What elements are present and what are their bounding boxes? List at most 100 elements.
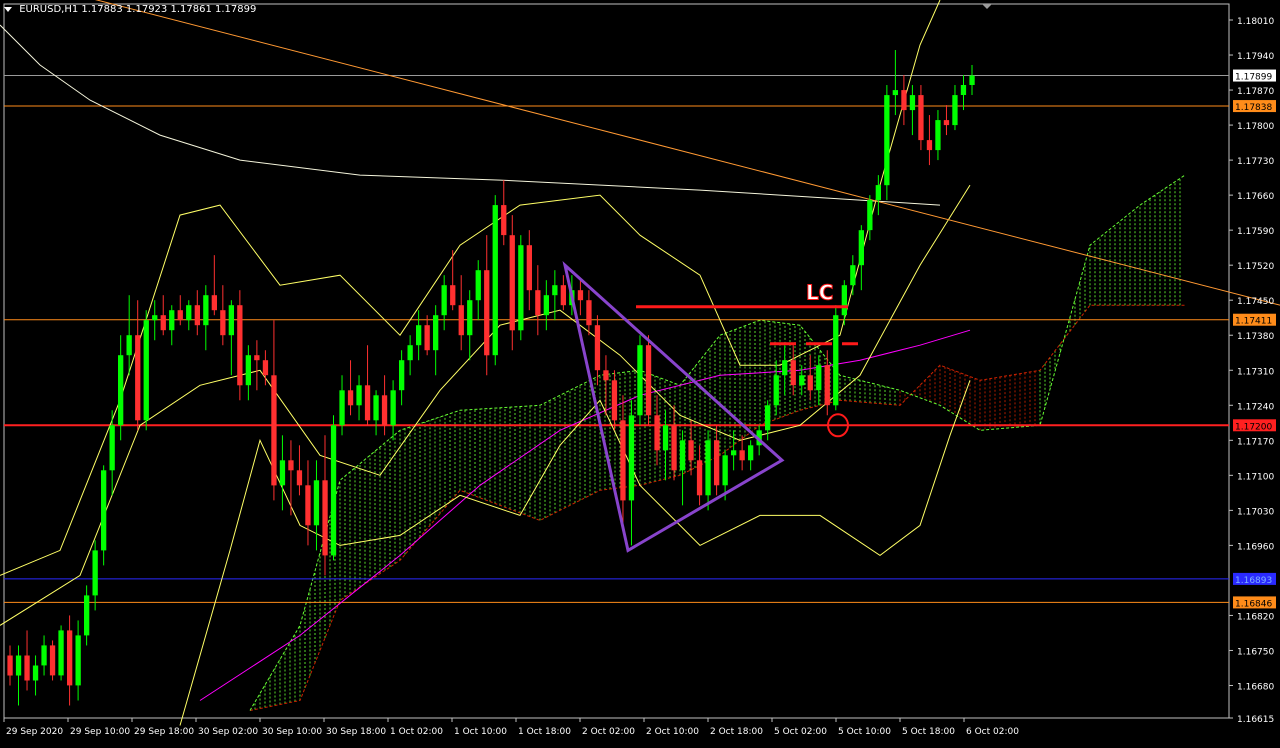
candle-body: [211, 295, 217, 311]
candle-body: [152, 315, 158, 321]
candle-body: [526, 245, 532, 291]
candle-body: [58, 630, 64, 676]
candle-body: [143, 320, 149, 421]
chart-shift-marker[interactable]: [982, 4, 992, 9]
price-tag-text: 1.17838: [1235, 103, 1272, 113]
candle-body: [220, 310, 226, 336]
y-tick-label: 1.16680: [1237, 682, 1274, 692]
candle-body: [696, 460, 703, 496]
chart-menu-triangle-icon[interactable]: [4, 6, 12, 12]
ohlc-readout: 1.17883 1.17923 1.17861 1.17899: [81, 4, 257, 15]
candle-body: [416, 325, 422, 346]
candle-body: [24, 655, 30, 681]
y-tick-label: 1.17660: [1237, 192, 1274, 202]
candle-body: [109, 425, 115, 471]
candle-body: [952, 95, 958, 126]
candle-body: [373, 395, 379, 421]
candle-body: [671, 425, 677, 471]
x-tick-label: 30 Sep 18:00: [326, 727, 386, 737]
candle-body: [75, 635, 81, 686]
candle-body: [262, 360, 269, 376]
price-tag-text: 1.16846: [1235, 599, 1272, 609]
candle-body: [535, 290, 541, 316]
y-tick-label: 1.17170: [1237, 437, 1274, 447]
cloud-span-a: [249, 304, 1185, 711]
candle-body: [458, 305, 464, 336]
candle-body: [577, 290, 584, 301]
candle-body: [688, 440, 694, 461]
candle-body: [41, 645, 47, 666]
candle-body: [637, 345, 643, 416]
candle-body: [288, 460, 294, 471]
symbol-timeframe: EURUSD,H1: [19, 4, 79, 15]
candle-body: [765, 405, 771, 431]
candle-body: [518, 245, 524, 331]
candle-body: [49, 645, 56, 676]
candle-body: [492, 205, 498, 356]
candle-body: [824, 365, 830, 406]
candle-body: [875, 185, 881, 201]
candle-body: [381, 395, 388, 426]
x-tick-label: 1 Oct 18:00: [518, 727, 571, 737]
candle-body: [628, 415, 635, 501]
x-tick-label: 5 Oct 10:00: [838, 727, 891, 737]
candle-body: [254, 355, 260, 361]
y-tick-label: 1.17520: [1237, 262, 1274, 272]
candle-body: [782, 360, 788, 376]
trendline[interactable]: [0, 0, 1280, 306]
ma200-line: [0, 24, 941, 206]
y-tick-label: 1.17800: [1237, 122, 1274, 132]
price-tag-text: 1.17899: [1235, 73, 1272, 83]
candle-body: [118, 355, 124, 426]
candle-body: [705, 440, 711, 496]
candle-body: [731, 450, 737, 456]
y-tick-label: 1.17240: [1237, 402, 1274, 412]
candle-body: [790, 360, 796, 386]
y-tick-label: 1.17030: [1237, 507, 1274, 517]
candle-body: [67, 630, 73, 686]
y-tick-label: 1.18010: [1237, 17, 1274, 27]
chart-frame: [3, 3, 1230, 719]
candle-body: [126, 335, 132, 356]
x-tick-label: 29 Sep 2020: [6, 727, 63, 737]
candle-body: [901, 90, 907, 111]
candle-body: [296, 470, 303, 486]
x-tick-label: 5 Oct 02:00: [774, 727, 827, 737]
candle-body: [960, 85, 967, 95]
candle-body: [858, 230, 864, 266]
price-tag-text: 1.17411: [1235, 317, 1272, 327]
candle-body: [135, 335, 141, 421]
x-tick-label: 6 Oct 02:00: [966, 727, 1019, 737]
candle-body: [32, 665, 39, 681]
candle-body: [645, 345, 652, 416]
candle-body: [194, 305, 200, 326]
candle-body: [867, 200, 873, 231]
candle-body: [509, 235, 515, 331]
candle-body: [339, 390, 345, 426]
price-tag-text: 1.17200: [1235, 422, 1272, 432]
candle-body: [841, 285, 847, 316]
candle-body: [560, 285, 566, 306]
candle-body: [169, 310, 175, 331]
x-tick-label: 29 Sep 10:00: [70, 727, 130, 737]
candle-body: [186, 305, 192, 321]
candle-body: [279, 460, 286, 486]
candle-body: [773, 375, 779, 406]
bollinger-lower: [179, 380, 971, 726]
candle-body: [807, 375, 813, 391]
candle-body: [892, 90, 898, 96]
x-tick-label: 1 Oct 02:00: [390, 727, 443, 737]
candle-body: [722, 455, 728, 486]
candle-body: [552, 285, 558, 296]
candle-body: [484, 270, 490, 356]
price-chart[interactable]: LC 1.18010 1.17940 1.17870 1.17800 1.17730 1.1…: [0, 0, 1280, 744]
candle-body: [662, 425, 669, 451]
x-tick-label: 2 Oct 18:00: [710, 727, 763, 737]
chart-window[interactable]: LC 1.18010 1.17940 1.17870 1.17800 1.17730 1.1…: [0, 0, 1280, 744]
candle-body: [305, 485, 311, 526]
candle-body: [620, 420, 626, 501]
candle-body: [935, 120, 941, 151]
candle-body: [84, 595, 90, 636]
candle-body: [271, 375, 277, 486]
y-tick-label: 1.16960: [1237, 542, 1274, 552]
